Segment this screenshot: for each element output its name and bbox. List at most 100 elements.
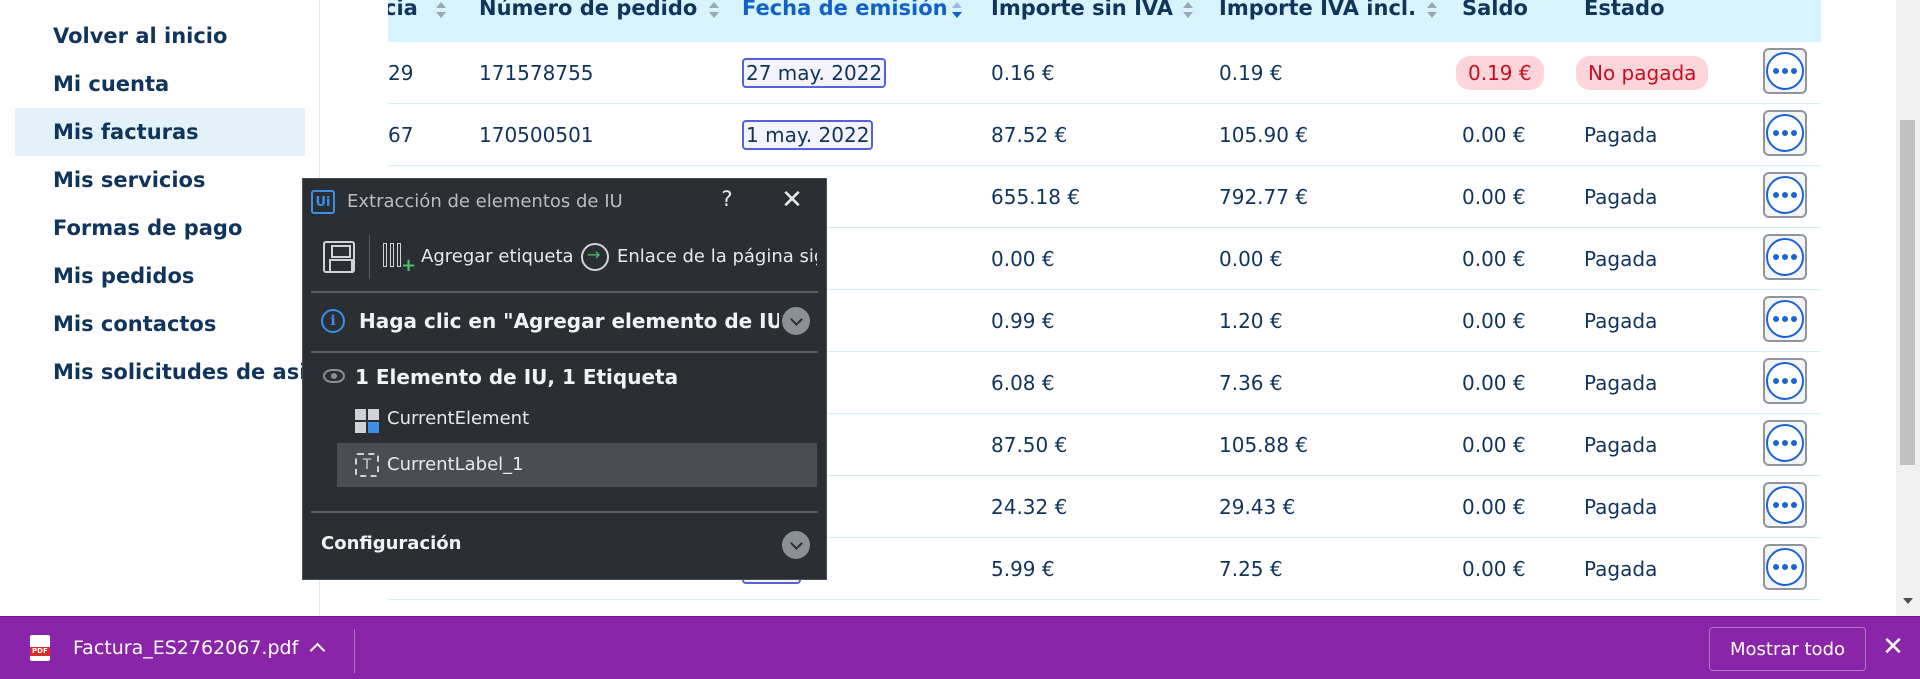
info-row[interactable]: i Haga clic en "Agregar elemento de IU" … <box>303 297 826 345</box>
header-label: Número de pedido <box>479 0 698 20</box>
column-header-issue-date[interactable]: Fecha de emisión <box>742 0 962 42</box>
reference-cell: 67 <box>388 104 413 166</box>
column-header-reference[interactable]: cia <box>388 0 446 42</box>
chevron-up-icon[interactable] <box>309 642 326 659</box>
issue-date-cell-value: 1 may. 2022 <box>742 120 874 150</box>
scrollbar-thumb[interactable] <box>1900 120 1915 465</box>
balance-cell: 0.00 € <box>1462 476 1526 538</box>
dialog-title: Extracción de elementos de IU <box>347 191 623 212</box>
column-header-amount-ex-vat[interactable]: Importe sin IVA <box>991 0 1193 42</box>
tree-item-current-label[interactable]: T CurrentLabel_1 <box>337 443 817 487</box>
header-label: cia <box>388 0 418 20</box>
vertical-scrollbar[interactable] <box>1896 0 1920 616</box>
expand-configuration-chevron-icon[interactable] <box>782 531 810 559</box>
table-row: 67 170500501 1 may. 2022 87.52 € 105.90 € 0.0… <box>388 104 1821 166</box>
balance-cell: 0.00 € <box>1462 166 1526 228</box>
dialog-titlebar[interactable]: Ui Extracción de elementos de IU ? ✕ <box>303 179 826 225</box>
column-header-balance: Saldo <box>1462 0 1528 42</box>
more-horizontal-icon <box>1766 52 1804 90</box>
header-label: Estado <box>1584 0 1665 20</box>
info-message: Haga clic en "Agregar elemento de IU" pa… <box>359 309 779 333</box>
more-horizontal-icon <box>1766 424 1804 462</box>
amount-ex-vat-cell-value: 6.08 € <box>991 371 1055 395</box>
amount-inc-vat-cell: 105.88 € <box>1219 414 1308 476</box>
order-number-cell: 171578755 <box>479 42 594 104</box>
row-more-options-button[interactable] <box>1763 234 1807 280</box>
save-icon[interactable] <box>323 241 355 273</box>
amount-ex-vat-cell-value: 87.52 € <box>991 123 1068 147</box>
row-more-options-button[interactable] <box>1763 48 1807 94</box>
column-header-order-number[interactable]: Número de pedido <box>479 0 719 42</box>
row-more-options-button[interactable] <box>1763 420 1807 466</box>
divider <box>311 351 818 353</box>
balance-cell: 0.00 € <box>1462 290 1526 352</box>
amount-inc-vat-cell: 105.90 € <box>1219 104 1308 166</box>
table-row: 29 171578755 27 may. 2022 0.16 € 0.19 € 0.19 … <box>388 42 1821 104</box>
sort-icon <box>1427 2 1437 22</box>
row-more-options-button[interactable] <box>1763 172 1807 218</box>
help-button[interactable]: ? <box>715 187 739 211</box>
downloaded-file-name[interactable]: Factura_ES2762067.pdf <box>73 637 298 659</box>
column-header-amount-inc-vat[interactable]: Importe IVA incl. <box>1219 0 1437 42</box>
show-all-button[interactable]: Mostrar todo <box>1709 627 1866 671</box>
row-more-options-button[interactable] <box>1763 482 1807 528</box>
sidebar-item-support-requests[interactable]: Mis solicitudes de asi... <box>15 348 305 396</box>
sort-desc-icon <box>952 2 962 22</box>
configuration-label: Configuración <box>321 533 462 554</box>
sidebar-item-contacts[interactable]: Mis contactos <box>15 300 305 348</box>
close-download-bar-button[interactable]: ✕ <box>1880 632 1906 662</box>
amount-ex-vat-cell-value: 0.99 € <box>991 309 1055 333</box>
toolbar-divider <box>369 235 370 279</box>
uipath-logo-icon: Ui <box>311 190 335 214</box>
balance-cell: 0.00 € <box>1462 352 1526 414</box>
row-more-options-button[interactable] <box>1763 358 1807 404</box>
issue-date-cell-value: 27 may. 2022 <box>742 58 887 88</box>
elements-summary: 1 Elemento de IU, 1 Etiqueta <box>355 365 679 389</box>
sidebar-item-label: Mis pedidos <box>53 264 195 288</box>
configuration-row[interactable]: Configuración <box>303 525 826 565</box>
tree-item-current-element[interactable]: CurrentElement <box>337 397 817 441</box>
sidebar-item-services[interactable]: Mis servicios <box>15 156 305 204</box>
table-header: cia Número de pedido Fecha de emisión Im… <box>388 0 1821 42</box>
pdf-badge: PDF <box>32 647 48 655</box>
amount-ex-vat-cell-value: 87.50 € <box>991 433 1068 457</box>
amount-inc-vat-cell-value: 105.90 € <box>1219 123 1309 147</box>
next-page-link-button[interactable]: Enlace de la página siguiente <box>617 246 817 267</box>
balance-cell-value: 0.00 € <box>1462 309 1526 333</box>
reference-cell-value: 67 <box>388 123 414 147</box>
divider <box>311 291 818 293</box>
balance-cell-value: 0.00 € <box>1462 185 1526 209</box>
column-header-status: Estado <box>1584 0 1665 42</box>
more-horizontal-icon <box>1766 486 1804 524</box>
scroll-down-arrow-icon[interactable] <box>1903 598 1913 604</box>
row-more-options-button[interactable] <box>1763 544 1807 590</box>
header-label: Saldo <box>1462 0 1528 20</box>
sidebar-item-label: Volver al inicio <box>53 24 228 48</box>
sidebar-item-account[interactable]: Mi cuenta <box>15 60 305 108</box>
eye-icon[interactable] <box>323 369 345 383</box>
header-label: Fecha de emisión <box>742 0 948 20</box>
sidebar-item-orders[interactable]: Mis pedidos <box>15 252 305 300</box>
amount-inc-vat-cell: 7.25 € <box>1219 538 1283 600</box>
close-dialog-button[interactable]: ✕ <box>779 185 805 215</box>
amount-ex-vat-cell-value: 655.18 € <box>991 185 1081 209</box>
sidebar-item-payment-methods[interactable]: Formas de pago <box>15 204 305 252</box>
amount-ex-vat-cell: 6.08 € <box>991 352 1055 414</box>
status-cell-value: Pagada <box>1584 247 1658 271</box>
add-label-button[interactable]: Agregar etiqueta <box>421 246 574 267</box>
balance-cell: 0.00 € <box>1462 228 1526 290</box>
amount-inc-vat-cell-value: 29.43 € <box>1219 495 1296 519</box>
row-more-options-button[interactable] <box>1763 110 1807 156</box>
grid-icon <box>355 409 379 433</box>
divider <box>311 511 818 513</box>
sidebar-item-label: Mi cuenta <box>53 72 170 96</box>
row-more-options-button[interactable] <box>1763 296 1807 342</box>
expand-info-chevron-icon[interactable] <box>782 307 810 335</box>
issue-date-cell: 1 may. 2022 <box>742 104 874 166</box>
sidebar-item-invoices[interactable]: Mis facturas <box>15 108 305 156</box>
status-cell-value: Pagada <box>1584 123 1658 147</box>
sidebar-item-home[interactable]: Volver al inicio <box>15 12 305 60</box>
amount-inc-vat-cell: 29.43 € <box>1219 476 1295 538</box>
order-number-cell-value: 171578755 <box>479 61 594 85</box>
balance-cell-value: 0.00 € <box>1462 123 1526 147</box>
